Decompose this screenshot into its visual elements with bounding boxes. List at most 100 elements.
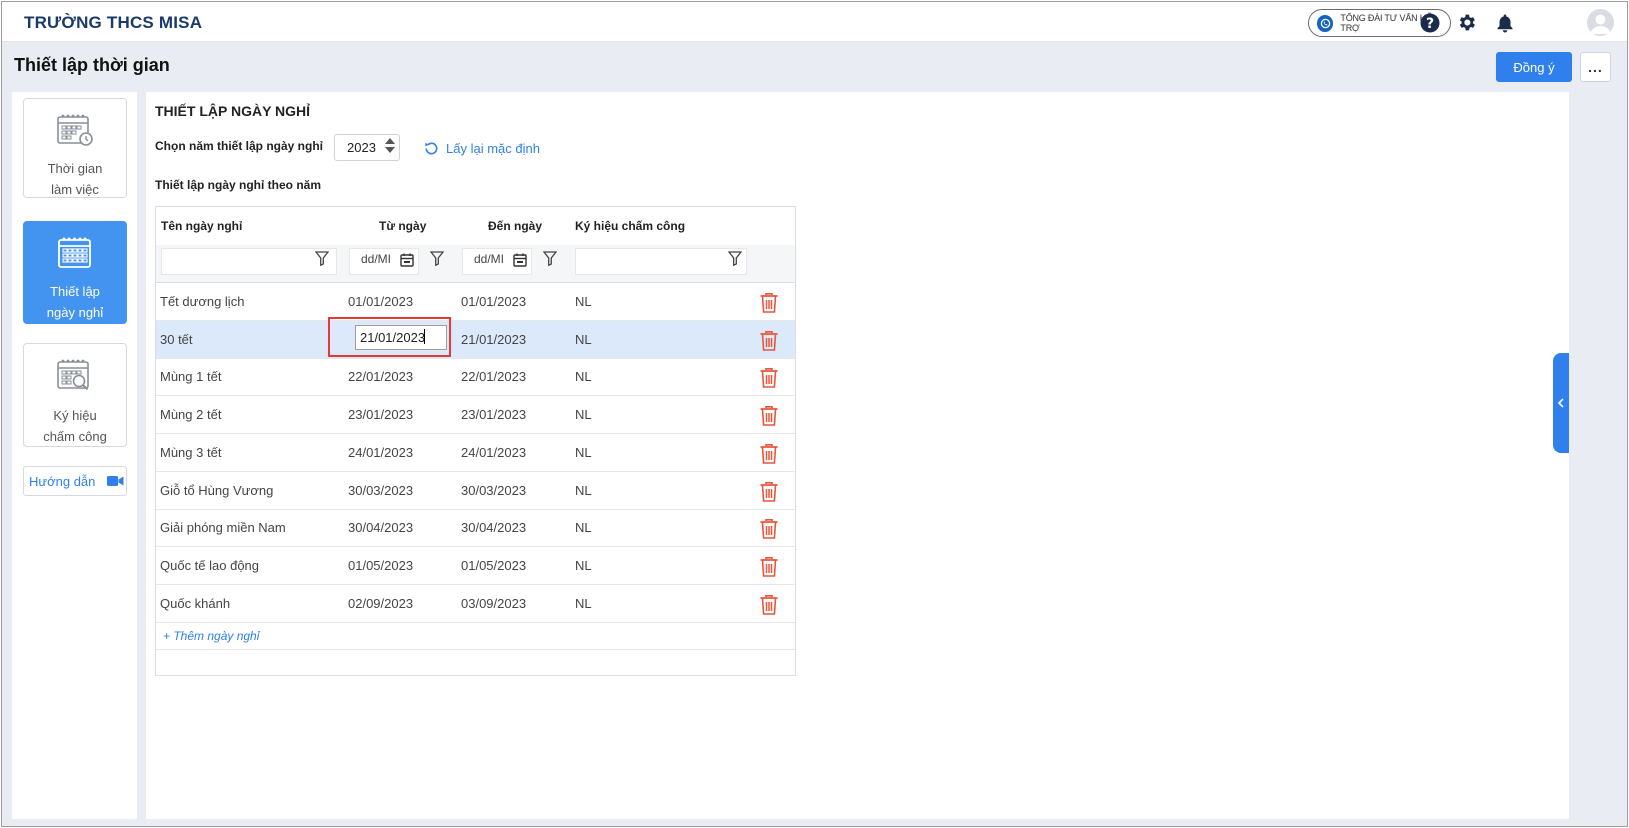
- table-row[interactable]: Giỗ tổ Hùng Vương 30/03/2023 30/03/2023 NL: [156, 472, 795, 510]
- cell-from-date[interactable]: 22/01/2023: [348, 369, 413, 384]
- column-header-to-date: Đến ngày: [488, 219, 543, 233]
- svg-text:?: ?: [1425, 16, 1433, 32]
- app-window: TRƯỜNG THCS MISA TỔNG ĐÀI TƯ VẤN HỖ TRỢ …: [1, 1, 1628, 827]
- cell-timekeeping-code[interactable]: NL: [575, 332, 592, 347]
- refresh-icon: [423, 140, 440, 157]
- table-row[interactable]: Mùng 2 tết 23/01/2023 23/01/2023 NL: [156, 396, 795, 435]
- calendar-search-icon: [56, 358, 94, 399]
- cell-timekeeping-code[interactable]: NL: [575, 558, 592, 573]
- filter-icon[interactable]: [429, 251, 445, 271]
- cell-holiday-name[interactable]: Quốc khánh: [160, 596, 230, 611]
- cell-from-date[interactable]: 01/01/2023: [348, 294, 413, 309]
- name-filter-input[interactable]: [161, 248, 337, 275]
- holiday-table: Tên ngày nghỉ Từ ngày Đến ngày Ký hiệu c…: [155, 206, 796, 676]
- cell-holiday-name[interactable]: Tết dương lịch: [160, 294, 244, 309]
- cell-holiday-name[interactable]: Mùng 1 tết: [160, 369, 221, 384]
- filter-icon[interactable]: [727, 251, 743, 271]
- table-row[interactable]: Mùng 1 tết 22/01/2023 22/01/2023 NL: [156, 358, 795, 397]
- calendar-picker-icon[interactable]: [513, 253, 527, 272]
- table-row[interactable]: Quốc khánh 02/09/2023 03/09/2023 NL: [156, 585, 795, 623]
- guide-button[interactable]: Hướng dẫn: [23, 466, 127, 496]
- table-row[interactable]: Giải phóng miền Nam 30/04/2023 30/04/2023 N…: [156, 509, 795, 548]
- add-holiday-row[interactable]: + Thêm ngày nghỉ: [156, 622, 795, 650]
- reset-default-label: Lấy lại mặc định: [446, 141, 540, 156]
- nav-label-working-time: Thời gian làm việc: [47, 161, 103, 197]
- delete-trash-icon[interactable]: [759, 556, 779, 581]
- spin-down-icon[interactable]: [385, 147, 395, 153]
- cell-to-date[interactable]: 22/01/2023: [461, 369, 526, 384]
- cell-timekeeping-code[interactable]: NL: [575, 445, 592, 460]
- delete-trash-icon[interactable]: [759, 405, 779, 430]
- user-avatar[interactable]: [1587, 9, 1614, 36]
- notification-bell-icon[interactable]: [1494, 12, 1515, 33]
- delete-trash-icon[interactable]: [759, 481, 779, 506]
- confirm-button[interactable]: Đồng ý: [1496, 52, 1572, 82]
- year-value: 2023: [347, 140, 376, 155]
- year-stepper[interactable]: 2023: [334, 134, 400, 161]
- cell-to-date[interactable]: 01/05/2023: [461, 558, 526, 573]
- table-row[interactable]: Mùng 3 tết 24/01/2023 24/01/2023 NL: [156, 434, 795, 472]
- top-bar: TRƯỜNG THCS MISA TỔNG ĐÀI TƯ VẤN HỖ TRỢ …: [2, 2, 1627, 42]
- table-row[interactable]: Tết dương lịch 01/01/2023 01/01/2023 NL: [156, 283, 795, 321]
- cell-to-date[interactable]: 30/03/2023: [461, 483, 526, 498]
- filter-icon[interactable]: [314, 251, 330, 271]
- cell-to-date[interactable]: 01/01/2023: [461, 294, 526, 309]
- main-content: THIẾT LẬP NGÀY NGHỈ Chọn năm thiết lập n…: [146, 92, 1569, 819]
- cell-to-date[interactable]: 24/01/2023: [461, 445, 526, 460]
- delete-trash-icon[interactable]: [759, 330, 779, 355]
- code-filter-input[interactable]: [575, 248, 747, 275]
- delete-trash-icon[interactable]: [759, 292, 779, 317]
- spin-up-icon[interactable]: [385, 138, 395, 144]
- table-row[interactable]: Quốc tế lao động 01/05/2023 01/05/2023 NL: [156, 547, 795, 585]
- cell-from-date[interactable]: 23/01/2023: [348, 407, 413, 422]
- cell-holiday-name[interactable]: Quốc tế lao động: [160, 558, 259, 573]
- from-date-edit-input[interactable]: 21/01/2023: [355, 324, 447, 350]
- phone-icon: [1317, 14, 1334, 32]
- cell-timekeeping-code[interactable]: NL: [575, 520, 592, 535]
- year-select-label: Chọn năm thiết lập ngày nghỉ: [155, 139, 323, 153]
- cell-to-date[interactable]: 30/04/2023: [461, 520, 526, 535]
- cell-holiday-name[interactable]: Mùng 3 tết: [160, 445, 221, 460]
- help-icon[interactable]: ?: [1419, 12, 1440, 33]
- cell-timekeeping-code[interactable]: NL: [575, 483, 592, 498]
- add-holiday-link[interactable]: + Thêm ngày nghỉ: [163, 629, 259, 643]
- cell-timekeeping-code[interactable]: NL: [575, 294, 592, 309]
- calendar-icon: [56, 236, 94, 275]
- reset-default-link[interactable]: Lấy lại mặc định: [423, 140, 540, 157]
- video-camera-icon: [107, 475, 124, 487]
- page-title: Thiết lập thời gian: [14, 55, 170, 75]
- year-spin-buttons[interactable]: [385, 138, 395, 153]
- subsection-label: Thiết lập ngày nghỉ theo năm: [155, 178, 322, 192]
- cell-from-date[interactable]: 01/05/2023: [348, 558, 413, 573]
- cell-timekeeping-code[interactable]: NL: [575, 407, 592, 422]
- delete-trash-icon[interactable]: [759, 443, 779, 468]
- from-date-edit-value: 21/01/2023: [360, 329, 426, 345]
- nav-item-timekeeping-codes[interactable]: Ký hiệu chấm công: [23, 343, 127, 447]
- editing-highlight: 21/01/2023: [328, 316, 451, 357]
- side-panel-toggle[interactable]: [1553, 353, 1569, 453]
- cell-to-date[interactable]: 03/09/2023: [461, 596, 526, 611]
- delete-trash-icon[interactable]: [759, 367, 779, 392]
- cell-from-date[interactable]: 30/03/2023: [348, 483, 413, 498]
- delete-trash-icon[interactable]: [759, 518, 779, 543]
- cell-holiday-name[interactable]: Giải phóng miền Nam: [160, 520, 286, 535]
- cell-from-date[interactable]: 30/04/2023: [348, 520, 413, 535]
- cell-holiday-name[interactable]: 30 tết: [160, 332, 193, 347]
- cell-holiday-name[interactable]: Giỗ tổ Hùng Vương: [160, 483, 273, 498]
- more-options-button[interactable]: ...: [1580, 52, 1611, 82]
- cell-from-date[interactable]: 02/09/2023: [348, 596, 413, 611]
- cell-to-date[interactable]: 21/01/2023: [461, 332, 526, 347]
- cell-from-date[interactable]: 24/01/2023: [348, 445, 413, 460]
- calendar-picker-icon[interactable]: [400, 253, 414, 272]
- nav-item-holiday-setup[interactable]: Thiết lập ngày nghỉ: [23, 221, 127, 324]
- delete-trash-icon[interactable]: [759, 594, 779, 619]
- guide-label: Hướng dẫn: [29, 473, 96, 489]
- cell-timekeeping-code[interactable]: NL: [575, 369, 592, 384]
- nav-item-working-time[interactable]: Thời gian làm việc: [23, 98, 127, 198]
- cell-to-date[interactable]: 23/01/2023: [461, 407, 526, 422]
- settings-gear-icon[interactable]: [1456, 12, 1477, 33]
- table-row[interactable]: 30 tết 21/01/2023 21/01/2023 NL: [156, 316, 795, 359]
- cell-holiday-name[interactable]: Mùng 2 tết: [160, 407, 221, 422]
- cell-timekeeping-code[interactable]: NL: [575, 596, 592, 611]
- filter-icon[interactable]: [542, 251, 558, 271]
